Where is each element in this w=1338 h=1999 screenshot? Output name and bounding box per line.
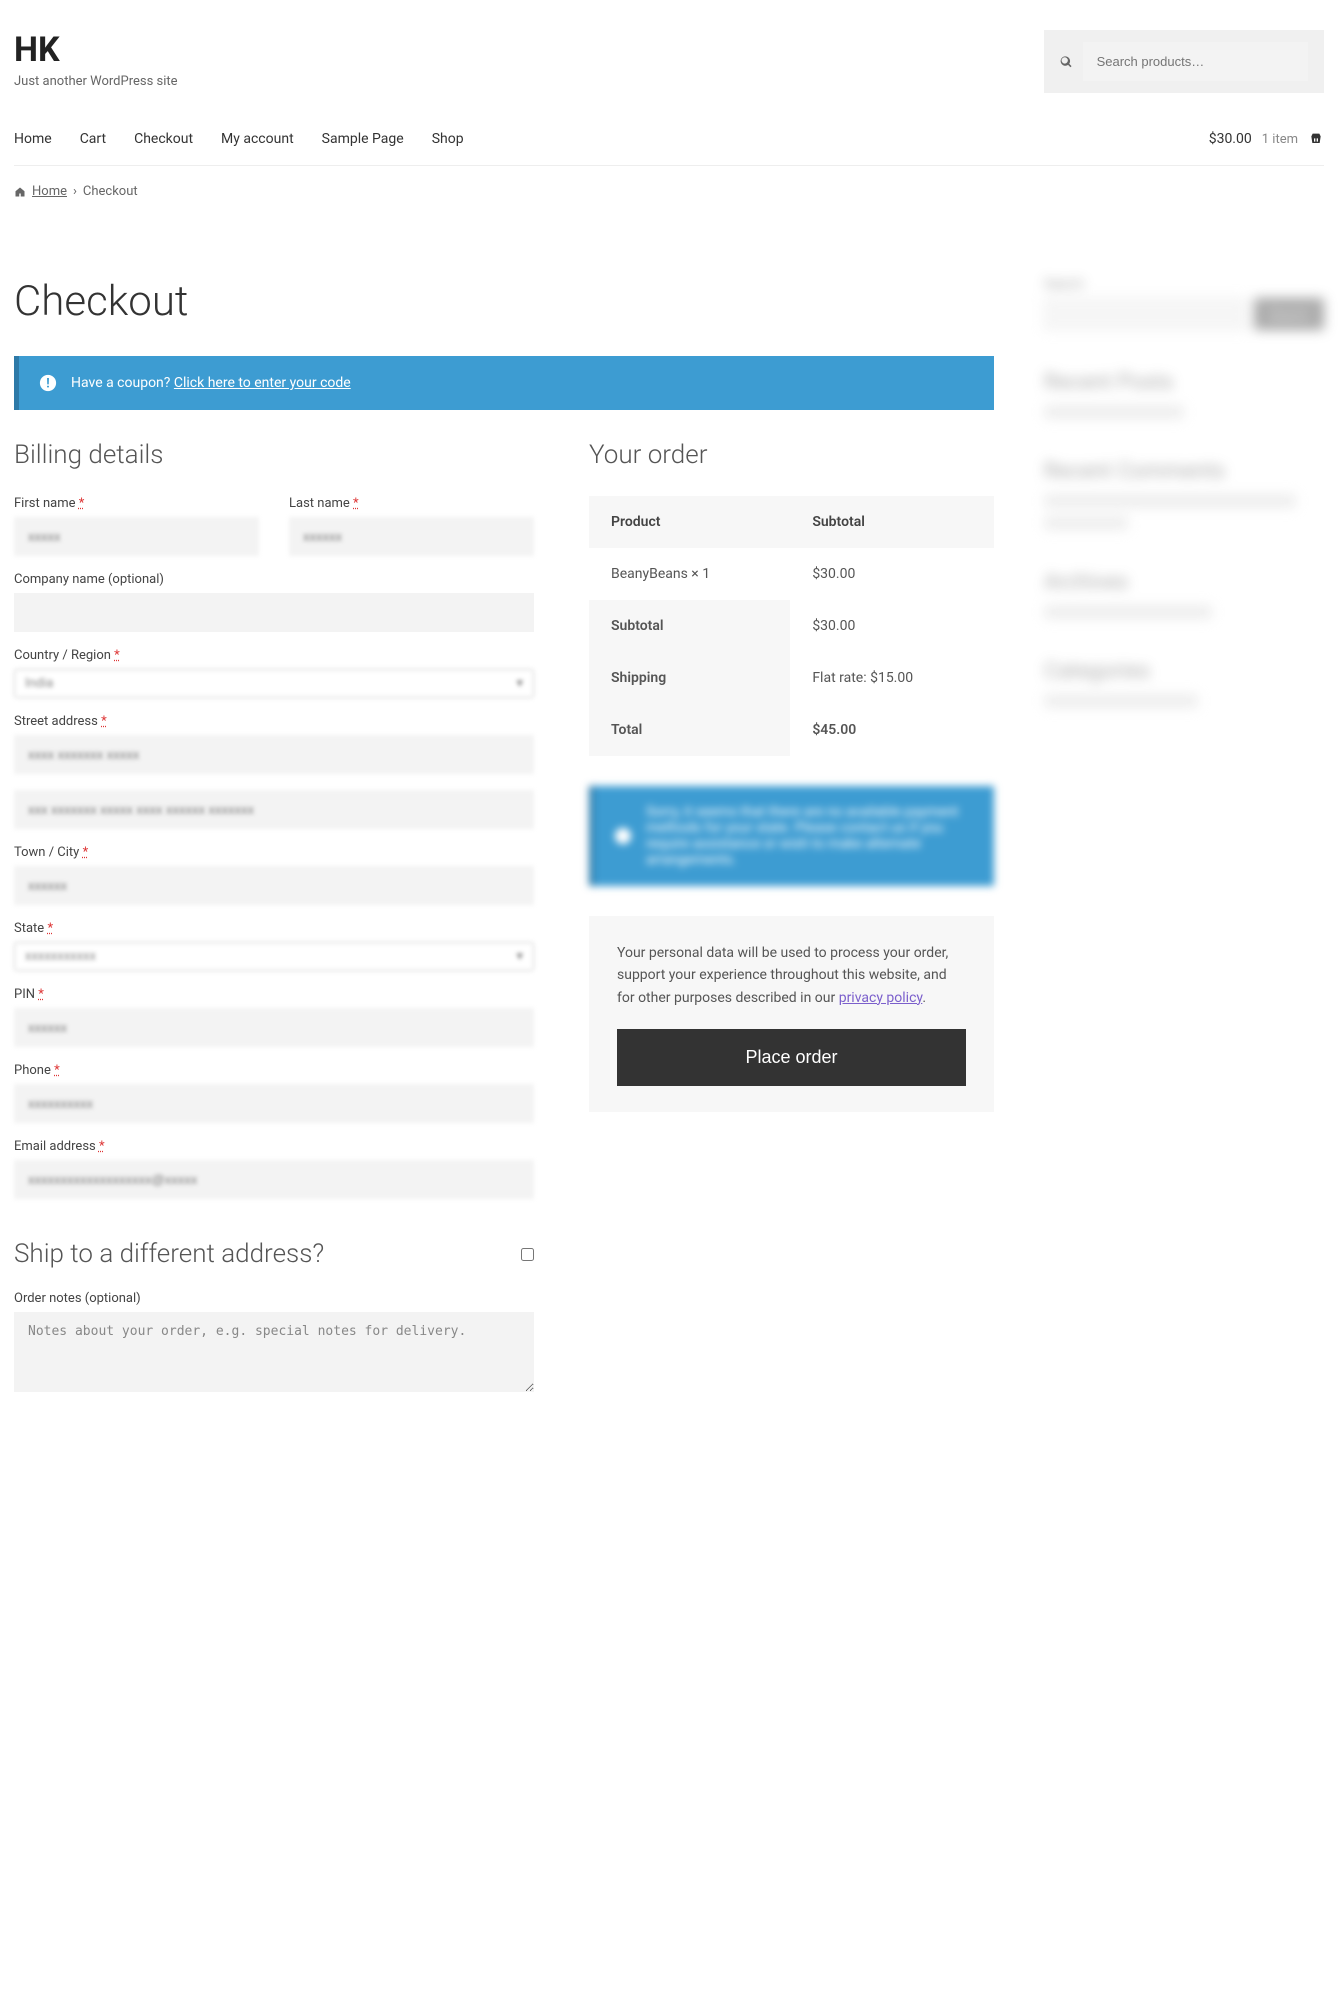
town-label: Town / City * bbox=[14, 845, 534, 860]
site-title[interactable]: HK bbox=[14, 30, 178, 70]
nav-home[interactable]: Home bbox=[14, 131, 52, 147]
billing-heading: Billing details bbox=[14, 440, 534, 470]
town-input[interactable] bbox=[14, 866, 534, 905]
nav-account[interactable]: My account bbox=[221, 131, 294, 147]
basket-icon bbox=[1308, 131, 1324, 147]
lastname-input[interactable] bbox=[289, 517, 534, 556]
firstname-label: First name * bbox=[14, 496, 259, 511]
street2-input[interactable] bbox=[14, 790, 534, 829]
breadcrumb: Home › Checkout bbox=[14, 166, 1324, 217]
company-input[interactable] bbox=[14, 593, 534, 632]
total-row: Total $45.00 bbox=[589, 704, 994, 756]
street-label: Street address * bbox=[14, 714, 534, 729]
cart-item-count: 1 item bbox=[1262, 132, 1298, 147]
cart-total: $30.00 bbox=[1209, 131, 1252, 147]
site-branding: HK Just another WordPress site bbox=[14, 30, 178, 89]
order-item-row: BeanyBeans × 1 $30.00 bbox=[589, 548, 994, 600]
page-title: Checkout bbox=[14, 277, 994, 326]
nav-shop[interactable]: Shop bbox=[432, 131, 464, 147]
street1-input[interactable] bbox=[14, 735, 534, 774]
sidebar-search-input[interactable] bbox=[1044, 298, 1246, 330]
sidebar: Search Search Recent Posts Recent Commen… bbox=[1044, 277, 1324, 1412]
subtotal-row: Subtotal $30.00 bbox=[589, 600, 994, 652]
email-input[interactable] bbox=[14, 1160, 534, 1199]
phone-label: Phone * bbox=[14, 1063, 534, 1078]
cart-summary[interactable]: $30.00 1 item bbox=[1209, 131, 1324, 147]
pin-label: PIN * bbox=[14, 987, 534, 1002]
nav-sample[interactable]: Sample Page bbox=[322, 131, 404, 147]
pin-input[interactable] bbox=[14, 1008, 534, 1047]
nav-cart[interactable]: Cart bbox=[80, 131, 106, 147]
country-label: Country / Region * bbox=[14, 648, 534, 663]
state-select[interactable]: xxxxxxxxxxx bbox=[14, 942, 534, 971]
th-product: Product bbox=[589, 496, 790, 548]
primary-nav: Home Cart Checkout My account Sample Pag… bbox=[14, 131, 464, 147]
order-heading: Your order bbox=[589, 440, 994, 470]
firstname-input[interactable] bbox=[14, 517, 259, 556]
company-label: Company name (optional) bbox=[14, 572, 534, 587]
breadcrumb-home[interactable]: Home bbox=[32, 184, 67, 199]
privacy-text: Your personal data will be used to proce… bbox=[617, 942, 966, 1009]
order-table: Product Subtotal BeanyBeans × 1 $30.00 S… bbox=[589, 496, 994, 756]
info-icon: ! bbox=[39, 374, 57, 392]
email-label: Email address * bbox=[14, 1139, 534, 1154]
search-icon bbox=[1060, 55, 1073, 69]
breadcrumb-current: Checkout bbox=[83, 184, 138, 199]
payment-box: Your personal data will be used to proce… bbox=[589, 916, 994, 1112]
coupon-link[interactable]: Click here to enter your code bbox=[174, 375, 351, 391]
notes-textarea[interactable] bbox=[14, 1312, 534, 1392]
nav-checkout[interactable]: Checkout bbox=[134, 131, 193, 147]
state-label: State * bbox=[14, 921, 534, 936]
site-tagline: Just another WordPress site bbox=[14, 74, 178, 89]
th-subtotal: Subtotal bbox=[790, 496, 994, 548]
coupon-notice: ! Have a coupon? Click here to enter you… bbox=[14, 356, 994, 410]
info-icon bbox=[614, 827, 632, 845]
product-search[interactable] bbox=[1044, 30, 1324, 93]
home-icon bbox=[14, 186, 26, 198]
payment-notice: Sorry, it seems that there are no availa… bbox=[589, 786, 994, 886]
svg-text:!: ! bbox=[46, 377, 49, 392]
notes-label: Order notes (optional) bbox=[14, 1291, 534, 1306]
place-order-button[interactable]: Place order bbox=[617, 1029, 966, 1086]
phone-input[interactable] bbox=[14, 1084, 534, 1123]
shipping-row: Shipping Flat rate: $15.00 bbox=[589, 652, 994, 704]
search-input[interactable] bbox=[1083, 42, 1308, 81]
ship-heading: Ship to a different address? bbox=[14, 1239, 324, 1269]
privacy-link[interactable]: privacy policy bbox=[839, 990, 923, 1006]
sidebar-search-button[interactable]: Search bbox=[1254, 298, 1324, 330]
ship-different-checkbox[interactable] bbox=[521, 1248, 534, 1261]
lastname-label: Last name * bbox=[289, 496, 534, 511]
country-select[interactable]: India bbox=[14, 669, 534, 698]
